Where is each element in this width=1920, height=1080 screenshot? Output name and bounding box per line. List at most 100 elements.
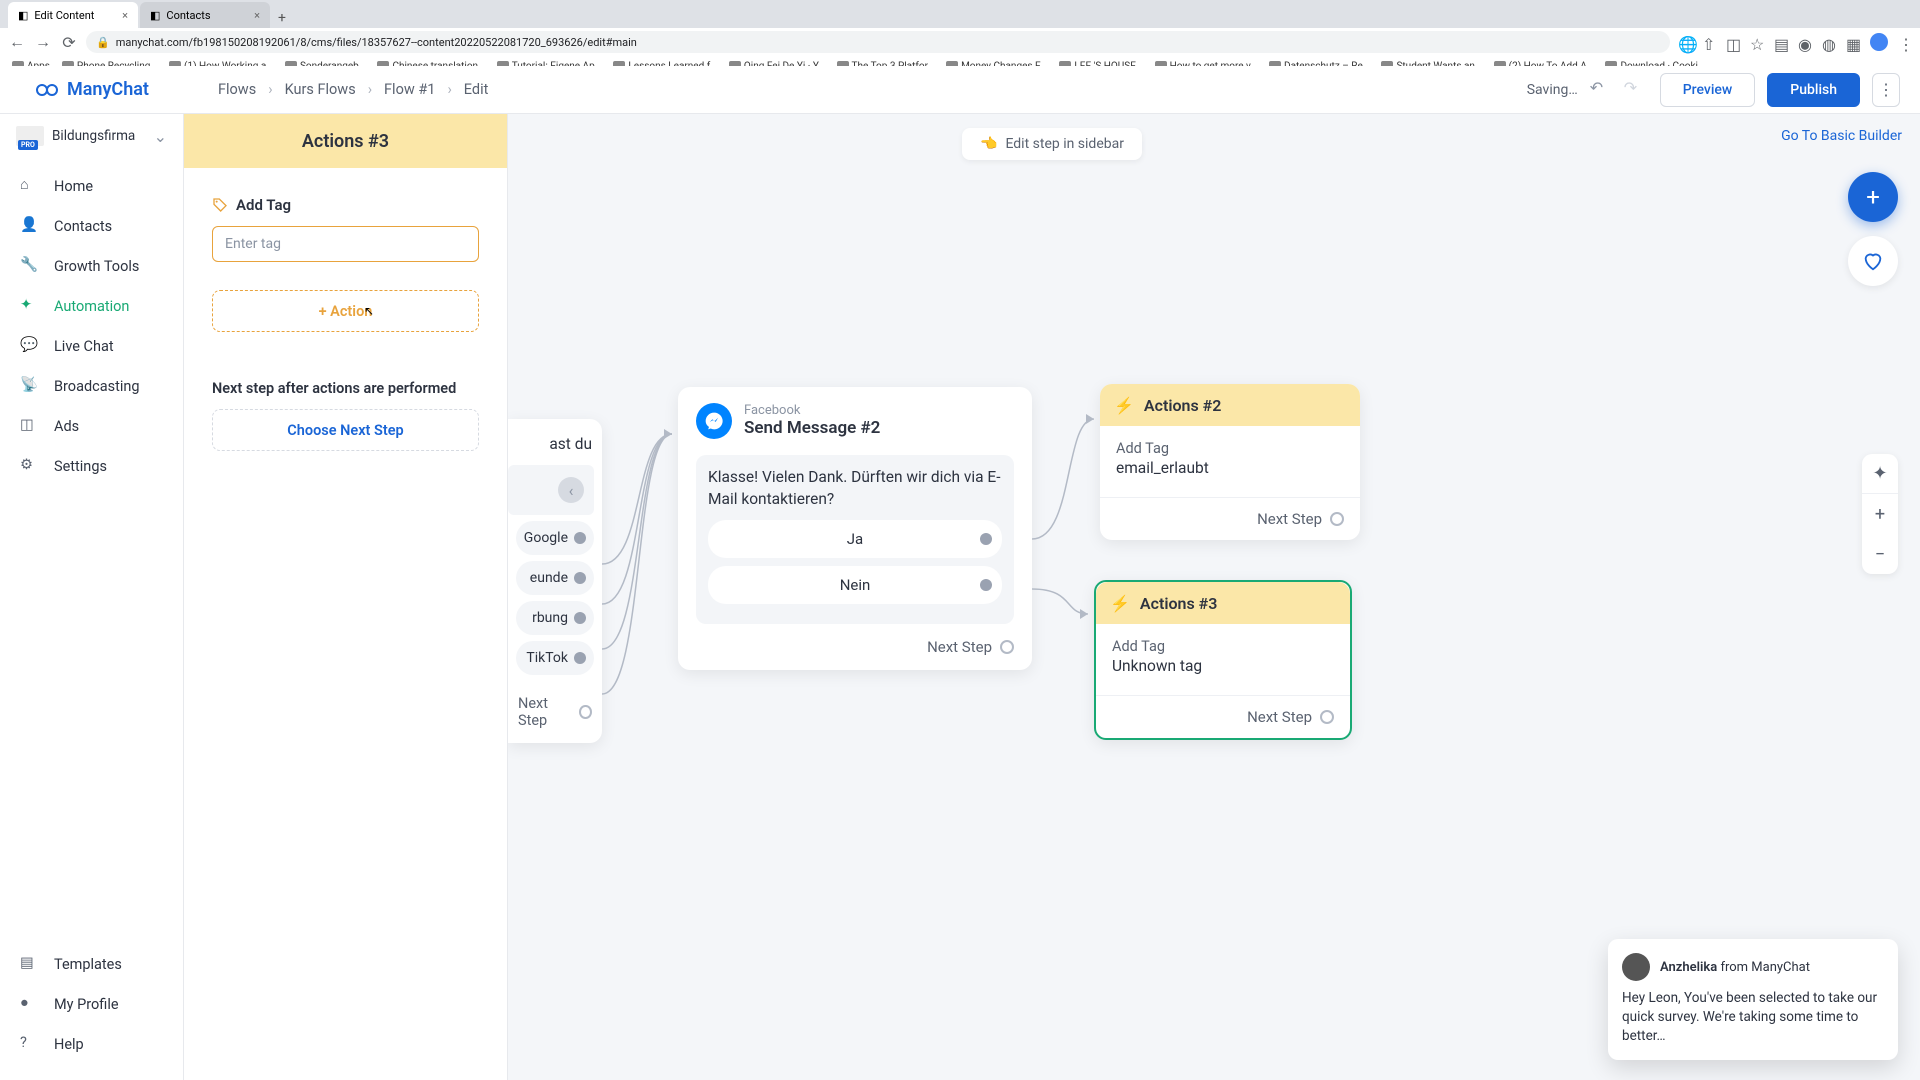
zoom-in-button[interactable]: +	[1862, 494, 1898, 534]
next-step-row[interactable]: Next Step	[508, 681, 602, 743]
sidebar-item-contacts[interactable]: 👤Contacts	[0, 206, 183, 246]
connector-handle[interactable]	[1330, 512, 1344, 526]
next-step-row[interactable]: Next Step	[1100, 497, 1360, 540]
zoom-fit-button[interactable]: ✦	[1862, 454, 1898, 494]
connector-handle[interactable]	[980, 579, 992, 591]
node-actions-2[interactable]: ⚡ Actions #2 Add Tag email_erlaubt Next …	[1100, 384, 1360, 540]
breadcrumb: Flows›Kurs Flows›Flow #1›Edit	[218, 81, 488, 98]
quick-reply-option[interactable]: Google	[516, 521, 594, 555]
preview-button[interactable]: Preview	[1660, 73, 1756, 107]
redo-button[interactable]: ↷	[1624, 78, 1648, 102]
browser-chrome: ◧ Edit Content × ◧ Contacts × + ← → ⟳ 🔒 …	[0, 0, 1920, 66]
heart-icon	[1862, 250, 1884, 272]
breadcrumb-item[interactable]: Kurs Flows	[285, 81, 356, 98]
translate-icon[interactable]: 🌐	[1678, 35, 1692, 49]
menu-icon[interactable]: ⋮	[1898, 35, 1912, 49]
extension-icon[interactable]: ▦	[1846, 35, 1860, 49]
extension-icon[interactable]: ◫	[1726, 35, 1740, 49]
choose-next-step-button[interactable]: Choose Next Step	[212, 409, 479, 451]
undo-button[interactable]: ↶	[1590, 78, 1614, 102]
favorite-fab[interactable]	[1848, 236, 1898, 286]
tab-active[interactable]: ◧ Edit Content ×	[8, 2, 138, 28]
node-actions-3[interactable]: ⚡ Actions #3 Add Tag Unknown tag Next St…	[1094, 580, 1352, 740]
tag-label: Add Tag	[1112, 638, 1334, 655]
connector-handle[interactable]	[574, 572, 586, 584]
connector-handle[interactable]	[980, 533, 992, 545]
add-action-button[interactable]: + Action	[212, 290, 479, 332]
breadcrumb-item[interactable]: Flows	[218, 81, 256, 98]
publish-button[interactable]: Publish	[1767, 73, 1860, 107]
flow-canvas[interactable]: Actions #3 Add Tag ↖ + Action Next step …	[184, 114, 1920, 1080]
extension-icon[interactable]: ◍	[1822, 35, 1836, 49]
quick-reply-option[interactable]: rbung	[516, 601, 594, 635]
message-body: Klasse! Vielen Dank. Dürften wir dich vi…	[696, 455, 1014, 624]
survey-chat-popup[interactable]: Anzhelika from ManyChat Hey Leon, You've…	[1608, 939, 1898, 1060]
sidebar-item-live-chat[interactable]: 💬Live Chat	[0, 326, 183, 366]
sidebar-item-home[interactable]: ⌂Home	[0, 166, 183, 206]
node-header: Facebook Send Message #2	[678, 387, 1032, 447]
ads-icon: ◫	[20, 416, 40, 436]
chat-sender: Anzhelika from ManyChat	[1660, 960, 1810, 975]
close-icon[interactable]: ×	[122, 9, 128, 22]
extension-icon[interactable]: ▤	[1774, 35, 1788, 49]
share-icon[interactable]: ⇧	[1702, 35, 1716, 49]
sidebar: PRO Bildungsfirma ⌄ ⌂Home👤Contacts🔧Growt…	[0, 114, 184, 1080]
edit-step-pill[interactable]: 👈 Edit step in sidebar	[962, 128, 1142, 160]
goto-basic-link[interactable]: Go To Basic Builder	[1781, 128, 1902, 144]
node-header: ⚡ Actions #2	[1100, 384, 1360, 426]
sidebar-item-templates[interactable]: ▤Templates	[0, 944, 183, 984]
sidebar-item-ads[interactable]: ◫Ads	[0, 406, 183, 446]
zoom-out-button[interactable]: −	[1862, 534, 1898, 574]
cursor-icon: ↖	[364, 304, 374, 318]
breadcrumb-item[interactable]: Flow #1	[384, 81, 435, 98]
connector-handle[interactable]	[574, 652, 586, 664]
tag-icon	[212, 197, 228, 213]
new-tab-button[interactable]: +	[272, 8, 292, 28]
next-step-row[interactable]: Next Step	[1096, 695, 1350, 738]
profile-avatar[interactable]	[1870, 33, 1888, 51]
sidebar-item-automation[interactable]: ✦Automation	[0, 286, 183, 326]
reload-button[interactable]: ⟳	[60, 33, 78, 51]
star-icon[interactable]: ☆	[1750, 35, 1764, 49]
nav-main: ⌂Home👤Contacts🔧Growth Tools✦Automation💬L…	[0, 158, 183, 494]
node-send-message-1-partial[interactable]: ast du ‹ GoogleeunderbungTikTok Next Ste…	[508, 419, 602, 743]
more-button[interactable]: ⋮	[1872, 73, 1900, 107]
message-text: Klasse! Vielen Dank. Dürften wir dich vi…	[708, 467, 1002, 510]
extension-icon[interactable]: ◉	[1798, 35, 1812, 49]
connector-handle[interactable]	[574, 532, 586, 544]
breadcrumb-item[interactable]: Edit	[464, 81, 489, 98]
tag-value: email_erlaubt	[1116, 459, 1344, 477]
url-text: manychat.com/fb198150208192061/8/cms/fil…	[116, 36, 637, 49]
connector-handle[interactable]	[1320, 710, 1334, 724]
next-step-row[interactable]: Next Step	[678, 624, 1032, 656]
sidebar-item-my-profile[interactable]: ●My Profile	[0, 984, 183, 1024]
contacts-icon: 👤	[20, 216, 40, 236]
forward-button[interactable]: →	[34, 33, 52, 51]
add-node-fab[interactable]: +	[1848, 172, 1898, 222]
lock-icon: 🔒	[96, 36, 110, 49]
tab-title: Edit Content	[34, 9, 94, 22]
logo[interactable]: ManyChat	[0, 78, 184, 102]
url-input[interactable]: 🔒 manychat.com/fb198150208192061/8/cms/f…	[86, 31, 1670, 53]
bolt-icon: ⚡	[1114, 396, 1134, 415]
quick-reply-option[interactable]: TikTok	[516, 641, 594, 675]
quick-reply-ja[interactable]: Ja	[708, 520, 1002, 558]
tag-input[interactable]	[212, 226, 479, 262]
sidebar-item-broadcasting[interactable]: 📡Broadcasting	[0, 366, 183, 406]
bolt-icon: ⚡	[1110, 594, 1130, 613]
workspace-selector[interactable]: PRO Bildungsfirma ⌄	[0, 114, 183, 158]
zoom-controls: ✦ + −	[1862, 454, 1898, 574]
quick-reply-nein[interactable]: Nein	[708, 566, 1002, 604]
connector-handle[interactable]	[574, 612, 586, 624]
nav-bottom: ▤Templates●My Profile?Help	[0, 936, 183, 1080]
sidebar-item-growth-tools[interactable]: 🔧Growth Tools	[0, 246, 183, 286]
connector-handle[interactable]	[579, 705, 592, 719]
back-button[interactable]: ←	[8, 33, 26, 51]
close-icon[interactable]: ×	[254, 9, 260, 22]
sidebar-item-settings[interactable]: ⚙Settings	[0, 446, 183, 486]
node-send-message-2[interactable]: Facebook Send Message #2 Klasse! Vielen …	[678, 387, 1032, 670]
connector-handle[interactable]	[1000, 640, 1014, 654]
quick-reply-option[interactable]: eunde	[516, 561, 594, 595]
sidebar-item-help[interactable]: ?Help	[0, 1024, 183, 1064]
tab-inactive[interactable]: ◧ Contacts ×	[140, 2, 270, 28]
